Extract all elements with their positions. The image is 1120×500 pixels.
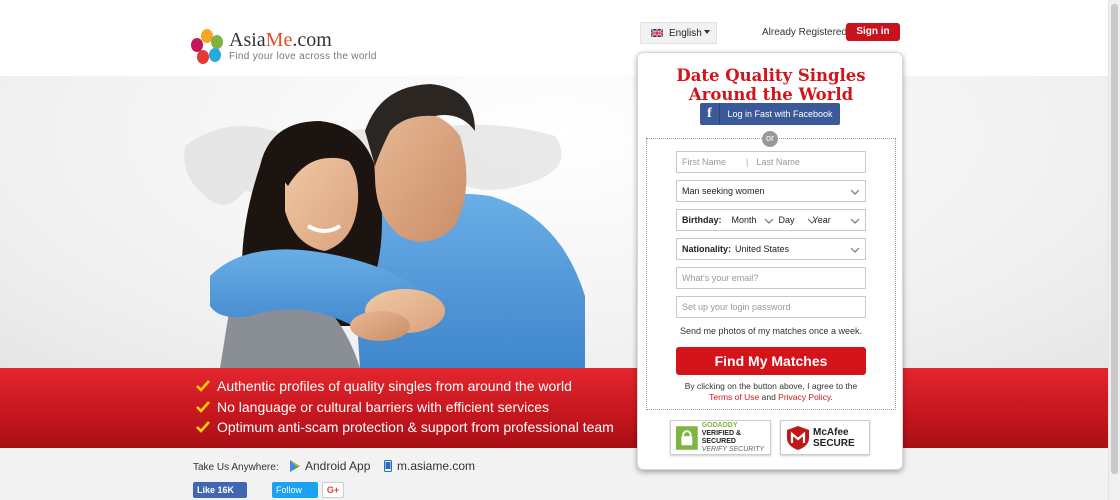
month-select[interactable]: Month [732, 215, 757, 225]
lock-shield-icon [676, 425, 698, 450]
checkmark-icon [196, 421, 210, 434]
facebook-like-button[interactable]: Like 16K [193, 482, 247, 498]
feature-text: Optimum anti-scam protection & support f… [217, 419, 614, 436]
scrollbar-thumb[interactable] [1111, 4, 1118, 474]
already-registered-text: Already Registered? [762, 27, 853, 38]
or-divider: or [762, 131, 778, 147]
chevron-down-icon [851, 189, 859, 195]
feature-text: Authentic profiles of quality singles fr… [217, 378, 572, 395]
mobile-phone-icon [384, 460, 392, 472]
terms-of-use-link[interactable]: Terms of Use [709, 392, 759, 402]
signup-title: Date Quality Singles Around the World [676, 66, 866, 104]
android-app-link[interactable]: Android App [290, 459, 370, 473]
find-my-matches-button[interactable]: Find My Matches [676, 347, 866, 375]
password-field[interactable]: Set up your login password [676, 296, 866, 318]
terms-text: By clicking on the button above, I agree… [684, 381, 858, 402]
chevron-down-icon [851, 218, 859, 224]
brand-tagline: Find your love across the world [229, 51, 377, 62]
brand-name: AsiaMe.com [229, 29, 332, 51]
feature-list: Authentic profiles of quality singles fr… [196, 376, 614, 438]
checkmark-icon [196, 380, 210, 393]
google-play-icon [290, 460, 300, 472]
sign-in-button[interactable]: Sign in [846, 23, 900, 41]
twitter-follow-button[interactable]: Follow [272, 482, 318, 498]
mcafee-shield-icon [787, 425, 809, 450]
caret-down-icon [704, 30, 710, 34]
petal-logo-icon [191, 29, 223, 64]
language-label: English [669, 27, 702, 39]
facebook-login-button[interactable]: f Log in Fast with Facebook [700, 103, 840, 125]
godaddy-badge[interactable]: GODADDY VERIFIED & SECURED VERIFY SECURI… [670, 420, 771, 455]
feature-item: Optimum anti-scam protection & support f… [196, 417, 614, 438]
vertical-scrollbar[interactable] [1108, 0, 1120, 500]
site-logo[interactable]: AsiaMe.com Find your love across the wor… [191, 28, 377, 64]
mobile-site-link[interactable]: m.asiame.com [384, 459, 475, 473]
day-select[interactable]: Day [779, 215, 795, 225]
last-name-input[interactable]: Last Name [756, 157, 800, 167]
birthday-select[interactable]: Birthday: Month Day Year [676, 209, 866, 231]
couple-photo [210, 84, 585, 368]
feature-item: Authentic profiles of quality singles fr… [196, 376, 614, 397]
name-field[interactable]: First Name | Last Name [676, 151, 866, 173]
chevron-down-icon [808, 218, 816, 224]
feature-item: No language or cultural barriers with ef… [196, 397, 614, 418]
chevron-down-icon [765, 218, 773, 224]
uk-flag-icon [651, 29, 663, 37]
nationality-select[interactable]: Nationality: United States [676, 238, 866, 260]
language-select[interactable]: English [640, 22, 717, 44]
first-name-input[interactable]: First Name [682, 157, 726, 167]
chevron-down-icon [851, 247, 859, 253]
google-plus-button[interactable]: G+ [322, 482, 344, 498]
signup-panel: Date Quality Singles Around the World f … [637, 52, 903, 470]
mcafee-badge[interactable]: McAfee SECURE [780, 420, 870, 455]
seeking-select[interactable]: Man seeking women [676, 180, 866, 202]
checkmark-icon [196, 400, 210, 413]
hero-banner [0, 76, 1108, 368]
email-field[interactable]: What's your email? [676, 267, 866, 289]
site-header [0, 0, 1108, 76]
privacy-policy-link[interactable]: Privacy Policy [778, 392, 830, 402]
take-us-anywhere-label: Take Us Anywhere: [193, 462, 279, 473]
feature-text: No language or cultural barriers with ef… [217, 398, 550, 415]
facebook-icon: f [700, 103, 720, 125]
send-photos-text: Send me photos of my matches once a week… [679, 326, 863, 336]
